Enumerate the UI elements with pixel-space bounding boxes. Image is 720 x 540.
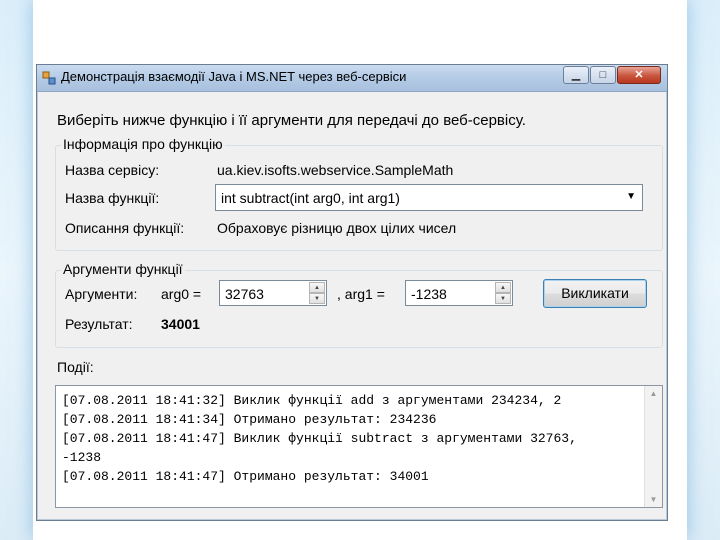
arg1-increment-icon[interactable]: ▲ <box>495 282 511 293</box>
events-log-lines: [07.08.2011 18:41:32] Виклик функції add… <box>62 391 577 486</box>
app-icon <box>42 71 56 85</box>
function-select-value: int subtract(int arg0, int arg1) <box>221 190 400 206</box>
log-line: [07.08.2011 18:41:34] Отримано результат… <box>62 412 437 427</box>
arg0-input[interactable]: 32763 ▲ ▼ <box>219 280 327 306</box>
log-line: [07.08.2011 18:41:47] Виклик функції sub… <box>62 431 577 446</box>
events-log[interactable]: [07.08.2011 18:41:32] Виклик функції add… <box>55 385 663 508</box>
result-value: 34001 <box>161 316 200 332</box>
args-label: Аргументи: <box>65 286 138 302</box>
minimize-button[interactable]: ▁ <box>563 66 589 84</box>
info-group-title: Інформація про функцію <box>61 136 225 152</box>
app-window: Демонстрація взаємодії Java і MS.NET чер… <box>36 64 668 521</box>
result-label: Результат: <box>65 316 133 332</box>
function-select[interactable]: int subtract(int arg0, int arg1) ▼ <box>215 184 643 211</box>
arg0-value: 32763 <box>225 286 264 302</box>
chevron-down-icon[interactable]: ▼ <box>626 191 636 202</box>
title-bar[interactable]: Демонстрація взаємодії Java і MS.NET чер… <box>37 65 667 92</box>
window-content: Виберіть нижче функцію і її аргументи дл… <box>37 92 667 520</box>
arg1-value: -1238 <box>411 286 447 302</box>
close-button[interactable]: ✕ <box>617 66 661 84</box>
arg0-increment-icon[interactable]: ▲ <box>309 282 325 293</box>
description-value: Обраховує різницю двох цілих чисел <box>217 220 457 236</box>
call-button[interactable]: Викликати <box>543 279 647 308</box>
log-line: -1238 <box>62 450 102 465</box>
instruction-text: Виберіть нижче функцію і її аргументи дл… <box>57 112 526 129</box>
service-label: Назва сервісу: <box>65 162 160 178</box>
arg0-label: arg0 = <box>161 286 202 302</box>
service-value: ua.kiev.isofts.webservice.SampleMath <box>217 162 454 178</box>
arg0-decrement-icon[interactable]: ▼ <box>309 293 325 304</box>
function-label: Назва функції: <box>65 190 160 206</box>
window-title: Демонстрація взаємодії Java і MS.NET чер… <box>61 69 407 84</box>
arg1-spinner: ▲ ▼ <box>495 282 511 304</box>
args-group-title: Аргументи функції <box>61 261 185 277</box>
events-scrollbar[interactable]: ▲ ▼ <box>644 386 662 507</box>
events-label: Події: <box>57 359 94 375</box>
arg0-spinner: ▲ ▼ <box>309 282 325 304</box>
arg1-label: , arg1 = <box>337 286 385 302</box>
arg1-decrement-icon[interactable]: ▼ <box>495 293 511 304</box>
scroll-down-icon[interactable]: ▼ <box>645 495 662 504</box>
description-label: Описання функції: <box>65 220 185 236</box>
log-line: [07.08.2011 18:41:32] Виклик функції add… <box>62 393 562 408</box>
scroll-up-icon[interactable]: ▲ <box>645 389 662 398</box>
log-line: [07.08.2011 18:41:47] Отримано результат… <box>62 469 429 484</box>
maximize-button[interactable]: □ <box>590 66 616 84</box>
arg1-input[interactable]: -1238 ▲ ▼ <box>405 280 513 306</box>
